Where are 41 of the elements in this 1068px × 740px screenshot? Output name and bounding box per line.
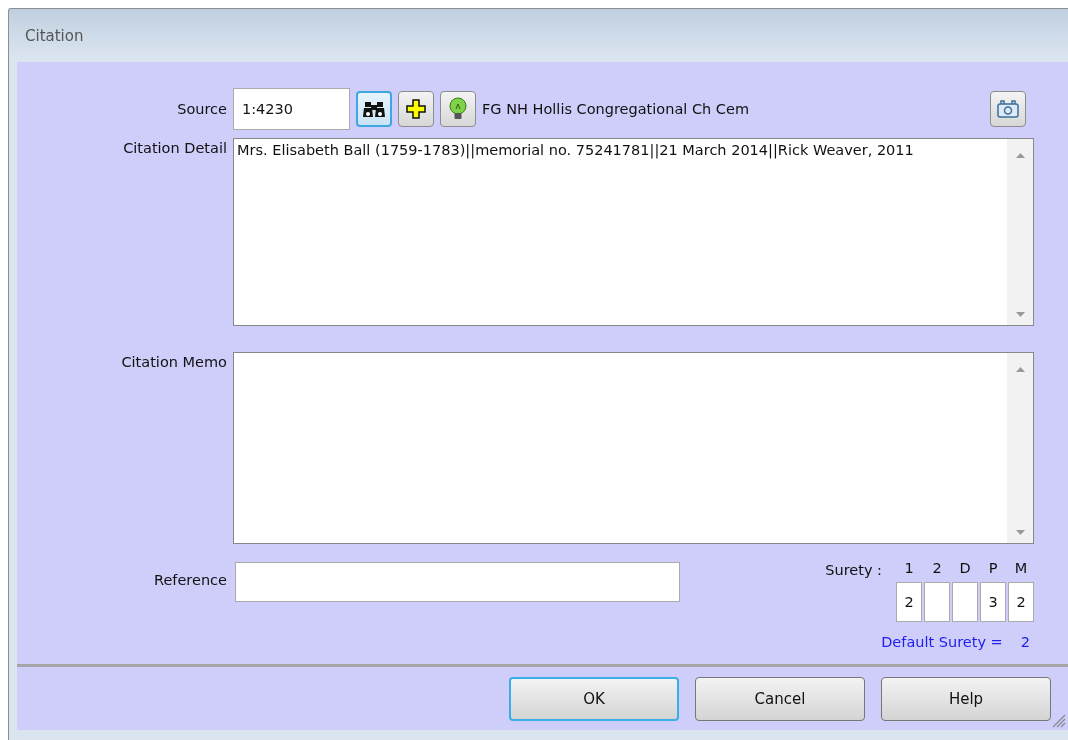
field-label: Citation Detail	[122, 139, 227, 158]
citation-detail-field[interactable]: Mrs. Elisabeth Ball (1759-1783)||memorial no. 75241781||21 March 2014||Rick Weaver, 2011	[233, 138, 1034, 326]
surety-column-label: 1	[904, 559, 914, 578]
surety-column-label: D	[959, 559, 971, 578]
scroll-bar[interactable]	[1007, 353, 1033, 543]
binoculars-icon	[363, 100, 385, 118]
scroll-up-icon	[1015, 367, 1025, 372]
resize-grip-icon[interactable]	[1052, 714, 1066, 728]
surety-label: Surety :	[825, 561, 882, 580]
surety-column-label: 2	[932, 559, 942, 578]
surety-field[interactable]: 2	[896, 582, 922, 622]
reference-field[interactable]	[235, 562, 680, 602]
scroll-down-icon	[1015, 312, 1025, 317]
field-label: Source	[176, 101, 227, 117]
citation-memo-field[interactable]	[233, 352, 1034, 544]
surety-field[interactable]	[924, 582, 950, 622]
field-label: Citation Memo	[120, 353, 227, 372]
default-surety-label: Default Surety =	[881, 634, 1003, 650]
surety-field[interactable]: 2	[1008, 582, 1034, 622]
camera-icon	[996, 99, 1020, 119]
media-button[interactable]	[990, 91, 1026, 127]
window-title: Citation	[25, 26, 84, 45]
dialog-button[interactable]: Help	[881, 676, 1051, 721]
surety-column-label: M	[1014, 559, 1028, 578]
source-field[interactable]: 1:4230	[233, 88, 350, 130]
idea-button[interactable]	[440, 91, 476, 127]
lightbulb-icon	[449, 97, 467, 121]
plus-icon	[406, 99, 426, 119]
dialog-button[interactable]: Cancel	[695, 676, 865, 721]
dialog-button[interactable]: OK	[509, 676, 679, 721]
surety-column-label: P	[988, 559, 998, 578]
find-button[interactable]	[356, 91, 392, 127]
source-name: FG NH Hollis Congregational Ch Cem	[482, 101, 749, 117]
field-label: Reference	[152, 571, 227, 590]
scroll-down-icon	[1015, 530, 1025, 535]
scroll-bar[interactable]	[1007, 139, 1033, 325]
add-button[interactable]	[398, 91, 434, 127]
scroll-up-icon	[1015, 153, 1025, 158]
surety-field[interactable]: 3	[980, 582, 1006, 622]
surety-field[interactable]	[952, 582, 978, 622]
default-surety-value: 2	[1020, 634, 1030, 650]
